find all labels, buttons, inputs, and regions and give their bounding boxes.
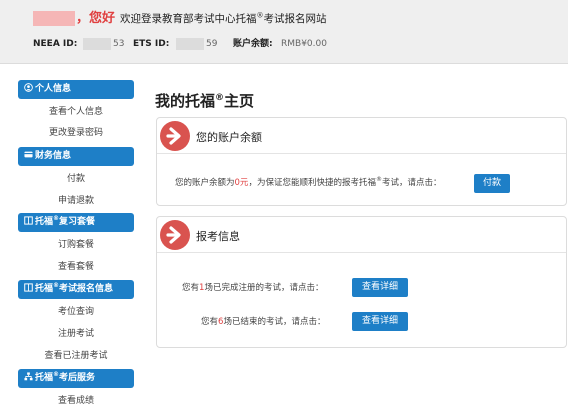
sidebar-link-change-password[interactable]: 更改登录密码 (18, 127, 134, 139)
balance-panel-header: 您的账户余额 (157, 118, 566, 154)
sidebar-section-prep-package[interactable]: 托福®复习套餐 (18, 213, 134, 232)
page-title: 我的托福®主页 (155, 92, 255, 110)
sidebar-link-payment[interactable]: 付款 (18, 173, 134, 185)
greeting: ，您好 (76, 11, 116, 26)
book-icon (24, 283, 33, 292)
sidebar-link-register-exam[interactable]: 注册考试 (18, 328, 134, 340)
top-header: ，您好 欢迎登录教育部考试中心托福®考试报名网站 NEEA ID: 53 ETS… (0, 0, 568, 64)
ets-id-tail: 59 (206, 39, 218, 49)
sidebar-link-view-scores[interactable]: 查看成绩 (18, 395, 134, 407)
sidebar-link-order-package[interactable]: 订购套餐 (18, 239, 134, 251)
view-finished-button[interactable]: 查看详细 (352, 312, 408, 331)
sidebar-section-post-exam[interactable]: 托福®考后服务 (18, 369, 134, 388)
pay-button[interactable]: 付款 (474, 174, 510, 193)
finished-exams-message: 您有6场已结束的考试，请点击： (201, 317, 326, 327)
balance-amount: 0元 (234, 178, 249, 188)
ets-id-label: ETS ID: (133, 39, 170, 49)
arrow-right-circle-icon (160, 220, 190, 250)
neea-id-tail: 53 (113, 39, 125, 49)
view-registered-button[interactable]: 查看详细 (352, 278, 408, 297)
sidebar-link-view-package[interactable]: 查看套餐 (18, 261, 134, 273)
sidebar-section-finance[interactable]: 财务信息 (18, 147, 134, 166)
sidebar-link-view-registered[interactable]: 查看已注册考试 (18, 350, 134, 362)
registered-exams-message: 您有1场已完成注册的考试，请点击： (182, 283, 324, 293)
sitemap-icon (24, 372, 33, 381)
exam-info-panel: 报考信息 您有1场已完成注册的考试，请点击： 查看详细 您有6场已结束的考试，请… (156, 216, 567, 348)
redacted-neea-id (83, 38, 111, 50)
user-circle-icon (24, 83, 33, 92)
exam-info-panel-header: 报考信息 (157, 217, 566, 253)
sidebar-link-seat-search[interactable]: 考位查询 (18, 306, 134, 318)
balance-message: 您的账户余额为0元，为保证您能顺利快捷的报考托福®考试，请点击： (175, 176, 442, 188)
sidebar-link-refund[interactable]: 申请退款 (18, 195, 134, 207)
redacted-ets-id (176, 38, 204, 50)
welcome-message: 欢迎登录教育部考试中心托福®考试报名网站 (120, 11, 327, 25)
balance-panel-title: 您的账户余额 (196, 131, 262, 144)
balance-label: 账户余额: (233, 39, 273, 49)
sidebar-section-registration[interactable]: 托福®考试报名信息 (18, 280, 134, 299)
balance-panel: 您的账户余额 您的账户余额为0元，为保证您能顺利快捷的报考托福®考试，请点击： … (156, 117, 567, 206)
book-icon (24, 216, 33, 225)
balance-value: RMB¥0.00 (281, 39, 327, 49)
redacted-username (33, 11, 75, 26)
exam-info-panel-title: 报考信息 (196, 230, 240, 243)
sidebar-section-personal-info[interactable]: 个人信息 (18, 80, 134, 99)
credit-card-icon (24, 151, 33, 158)
neea-id-label: NEEA ID: (33, 39, 78, 49)
sidebar-link-view-profile[interactable]: 查看个人信息 (18, 106, 134, 118)
arrow-right-circle-icon (160, 121, 190, 151)
